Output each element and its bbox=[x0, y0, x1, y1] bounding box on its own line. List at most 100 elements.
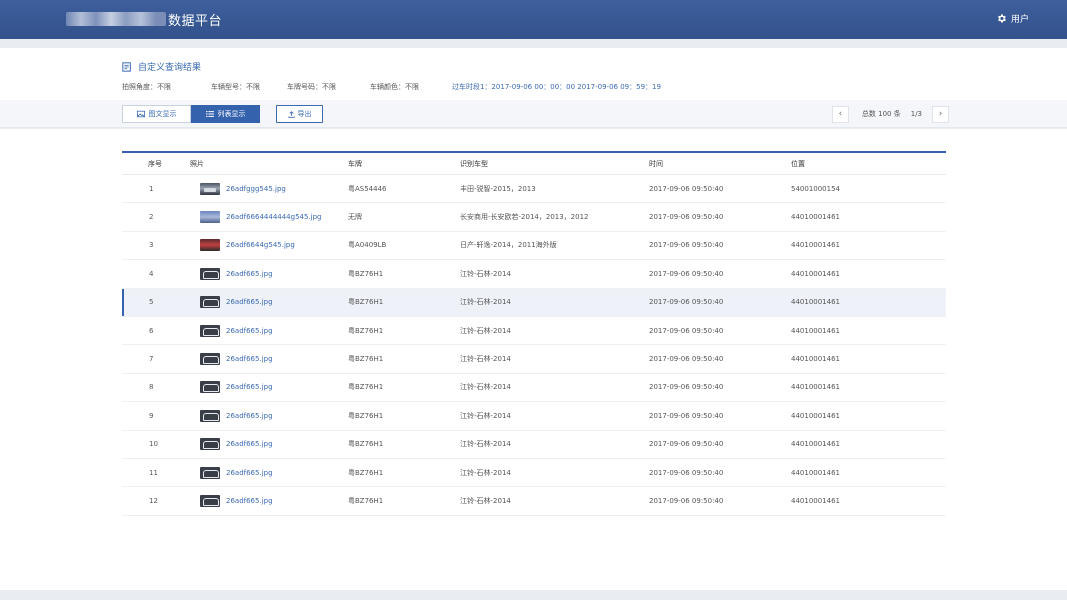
pagination: ‹ 总数 100 条 1/3 › bbox=[831, 105, 949, 123]
row-plate: 粤BZ76H1 bbox=[348, 355, 384, 364]
car-thumbnail[interactable] bbox=[200, 239, 220, 252]
row-photo[interactable]: 26adf665.jpg bbox=[190, 324, 348, 337]
photo-link[interactable]: 26adf665.jpg bbox=[226, 270, 273, 278]
car-thumbnail[interactable] bbox=[200, 324, 220, 337]
row-index: 2 bbox=[149, 213, 154, 222]
row-index: 10 bbox=[149, 440, 158, 449]
table-row[interactable]: 9 26adf665.jpg 粤BZ76H1 江铃-石林-2014 2017-09-06… bbox=[122, 402, 946, 431]
row-photo[interactable]: 26adf665.jpg bbox=[190, 381, 348, 394]
col-location[interactable]: 位置 bbox=[791, 159, 946, 169]
row-time: 2017-09-06 09:50:40 bbox=[649, 468, 724, 477]
row-photo[interactable]: 26adf665.jpg bbox=[190, 466, 348, 479]
photo-link[interactable]: 26adf665.jpg bbox=[226, 412, 273, 420]
row-location: 44010001461 bbox=[791, 355, 840, 364]
row-index: 6 bbox=[149, 326, 154, 335]
car-thumbnail[interactable] bbox=[200, 494, 220, 507]
user-menu[interactable]: 用户 bbox=[996, 12, 1029, 25]
row-location: 44010001461 bbox=[791, 269, 840, 278]
row-photo[interactable]: 26adf6664444444g545.jpg bbox=[190, 211, 348, 224]
table-row[interactable]: 12 26adf665.jpg 粤BZ76H1 江铃-石林-2014 2017-09-0… bbox=[122, 487, 946, 516]
col-time[interactable]: 时间 bbox=[649, 159, 791, 169]
car-thumbnail[interactable] bbox=[200, 296, 220, 309]
tab-list-view[interactable]: 列表显示 bbox=[191, 105, 260, 123]
row-photo[interactable]: 26adf665.jpg bbox=[190, 267, 348, 280]
row-plate: 粤BZ76H1 bbox=[348, 326, 384, 335]
photo-link[interactable]: 26adf665.jpg bbox=[226, 327, 273, 335]
car-thumbnail[interactable] bbox=[200, 466, 220, 479]
car-thumbnail[interactable] bbox=[200, 267, 220, 280]
col-model[interactable]: 识别车型 bbox=[460, 159, 649, 169]
table-row[interactable]: 5 26adf665.jpg 粤BZ76H1 江铃-石林-2014 2017-09-06… bbox=[122, 288, 946, 317]
row-plate: 粤BZ76H1 bbox=[348, 298, 384, 307]
photo-link[interactable]: 26adf665.jpg bbox=[226, 497, 273, 505]
blurred-logo bbox=[66, 12, 166, 26]
row-photo[interactable]: 26adf665.jpg bbox=[190, 438, 348, 451]
row-plate: 粤AS54446 bbox=[348, 184, 387, 193]
export-button[interactable]: 导出 bbox=[276, 105, 323, 123]
row-photo[interactable]: 26adf6644g545.jpg bbox=[190, 239, 348, 252]
table-row[interactable]: 7 26adf665.jpg 粤BZ76H1 江铃-石林-2014 2017-09-06… bbox=[122, 345, 946, 374]
car-thumbnail[interactable] bbox=[200, 381, 220, 394]
row-plate: 粤BZ76H1 bbox=[348, 496, 384, 505]
row-location: 44010001461 bbox=[791, 213, 840, 222]
row-time: 2017-09-06 09:50:40 bbox=[649, 269, 724, 278]
row-index: 1 bbox=[149, 184, 154, 193]
car-thumbnail[interactable] bbox=[200, 438, 220, 451]
row-time: 2017-09-06 09:50:40 bbox=[649, 326, 724, 335]
row-model: 丰田-锐智-2015，2013 bbox=[460, 184, 536, 193]
table-row[interactable]: 11 26adf665.jpg 粤BZ76H1 江铃-石林-2014 2017-09-0… bbox=[122, 459, 946, 488]
row-time: 2017-09-06 09:50:40 bbox=[649, 241, 724, 250]
tab-graphic-label: 图文显示 bbox=[148, 110, 177, 118]
prev-page-button[interactable]: ‹ bbox=[831, 105, 849, 123]
row-time: 2017-09-06 09:50:40 bbox=[649, 411, 724, 420]
row-index: 7 bbox=[149, 355, 154, 364]
table-row[interactable]: 3 26adf6644g545.jpg 粤A0409LB 日产-轩逸-2014，201… bbox=[122, 232, 946, 261]
row-model: 长安商用-长安欧若-2014，2013，2012 bbox=[460, 213, 589, 222]
row-plate: 粤BZ76H1 bbox=[348, 383, 384, 392]
query-title: 自定义查询结果 bbox=[122, 60, 201, 73]
col-index[interactable]: 序号 bbox=[122, 159, 190, 169]
row-photo[interactable]: 26adf665.jpg bbox=[190, 494, 348, 507]
row-plate: 粤BZ76H1 bbox=[348, 440, 384, 449]
row-time: 2017-09-06 09:50:40 bbox=[649, 496, 724, 505]
photo-link[interactable]: 26adf665.jpg bbox=[226, 440, 273, 448]
table-row[interactable]: 1 26adfggg545.jpg 粤AS54446 丰田-锐智-2015，2013 2… bbox=[122, 175, 946, 204]
col-photo[interactable]: 照片 bbox=[190, 159, 348, 169]
table-row[interactable]: 6 26adf665.jpg 粤BZ76H1 江铃-石林-2014 2017-09-06… bbox=[122, 317, 946, 346]
photo-link[interactable]: 26adf665.jpg bbox=[226, 469, 273, 477]
table-row[interactable]: 4 26adf665.jpg 粤BZ76H1 江铃-石林-2014 2017-09-06… bbox=[122, 260, 946, 289]
gear-icon bbox=[998, 14, 1006, 23]
car-thumbnail[interactable] bbox=[200, 182, 220, 195]
toolbar: 图文显示 列表显示 导出 ‹ 总数 100 条 1/3 › bbox=[0, 100, 1067, 128]
col-plate[interactable]: 车牌 bbox=[348, 159, 460, 169]
row-plate: 无牌 bbox=[348, 213, 362, 222]
table-row[interactable]: 2 26adf6664444444g545.jpg 无牌 长安商用-长安欧若-2014… bbox=[122, 203, 946, 232]
upload-icon bbox=[287, 110, 295, 118]
table-row[interactable]: 10 26adf665.jpg 粤BZ76H1 江铃-石林-2014 2017-09-0… bbox=[122, 431, 946, 459]
tab-graphic-view[interactable]: 图文显示 bbox=[122, 105, 191, 123]
photo-link[interactable]: 26adfggg545.jpg bbox=[226, 185, 286, 193]
next-page-button[interactable]: › bbox=[932, 105, 949, 123]
row-photo[interactable]: 26adfggg545.jpg bbox=[190, 182, 348, 195]
row-photo[interactable]: 26adf665.jpg bbox=[190, 296, 348, 309]
page-indicator: 1/3 bbox=[910, 110, 922, 118]
row-photo[interactable]: 26adf665.jpg bbox=[190, 409, 348, 422]
car-thumbnail[interactable] bbox=[200, 211, 220, 224]
row-index: 5 bbox=[149, 298, 154, 307]
query-panel: 自定义查询结果 拍照角度：不限 车辆型号：不限 车牌号码：不限 车辆颜色：不限 … bbox=[0, 48, 1067, 100]
row-model: 江铃-石林-2014 bbox=[460, 355, 511, 364]
car-thumbnail[interactable] bbox=[200, 409, 220, 422]
brand[interactable]: 数据平台 bbox=[66, 10, 222, 29]
photo-link[interactable]: 26adf6664444444g545.jpg bbox=[226, 213, 322, 221]
row-model: 江铃-石林-2014 bbox=[460, 383, 511, 392]
row-location: 44010001461 bbox=[791, 440, 840, 449]
table-row[interactable]: 8 26adf665.jpg 粤BZ76H1 江铃-石林-2014 2017-09-06… bbox=[122, 374, 946, 403]
query-title-text: 自定义查询结果 bbox=[138, 63, 202, 73]
photo-link[interactable]: 26adf6644g545.jpg bbox=[226, 241, 295, 249]
row-model: 江铃-石林-2014 bbox=[460, 326, 511, 335]
row-photo[interactable]: 26adf665.jpg bbox=[190, 353, 348, 366]
photo-link[interactable]: 26adf665.jpg bbox=[226, 355, 273, 363]
photo-link[interactable]: 26adf665.jpg bbox=[226, 298, 273, 306]
photo-link[interactable]: 26adf665.jpg bbox=[226, 383, 273, 391]
car-thumbnail[interactable] bbox=[200, 353, 220, 366]
